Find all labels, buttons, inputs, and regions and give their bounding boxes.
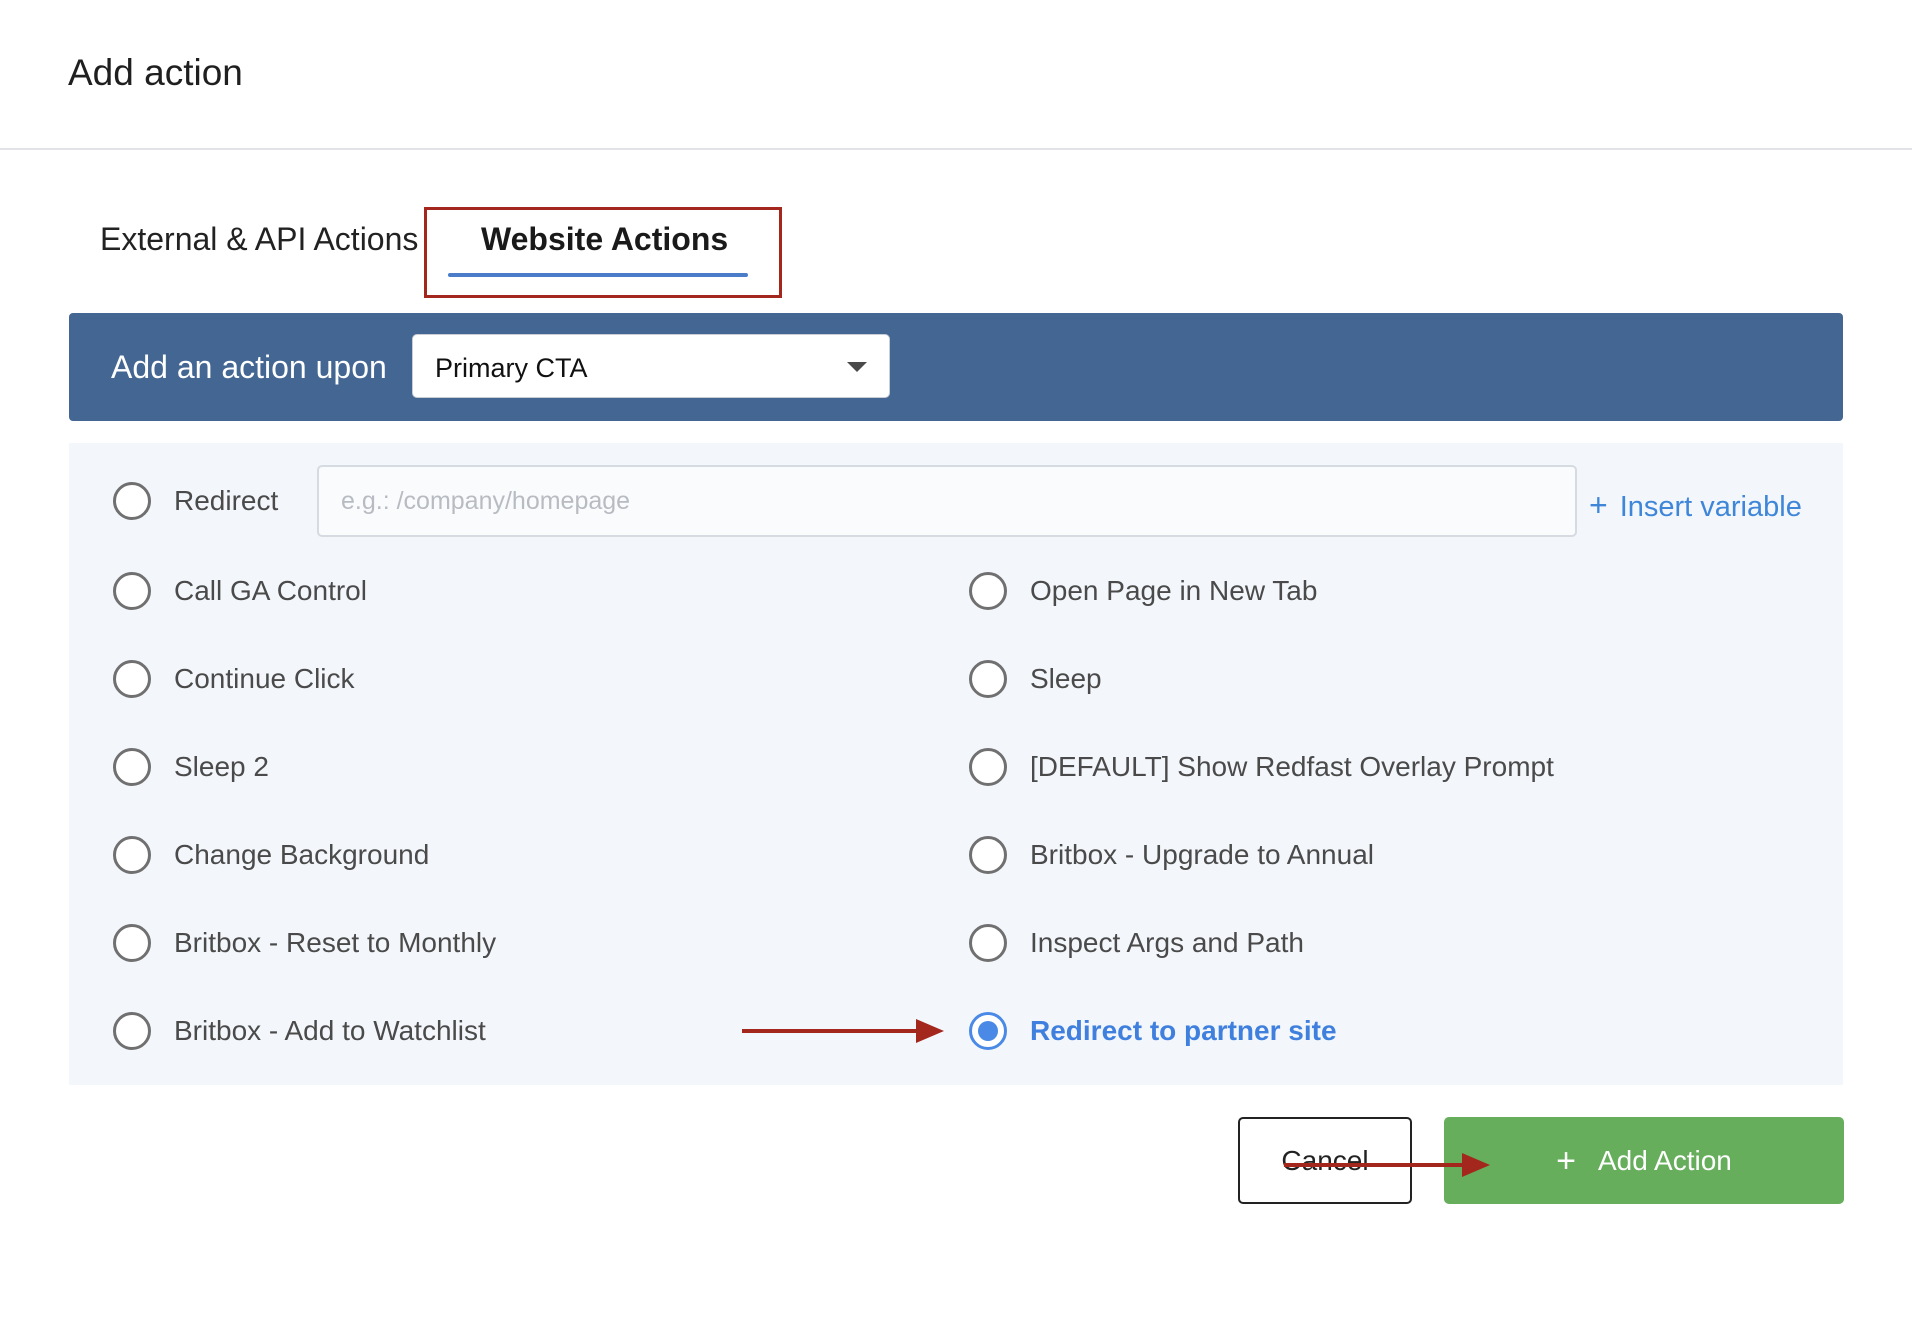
- action-trigger-bar: Add an action upon Primary CTA: [69, 313, 1843, 421]
- insert-variable-label: Insert variable: [1619, 491, 1802, 523]
- option-label: Change Background: [174, 839, 430, 870]
- option-sleep-2[interactable]: Sleep 2: [113, 745, 269, 789]
- option-label: [DEFAULT] Show Redfast Overlay Prompt: [1030, 751, 1554, 782]
- radio-button[interactable]: [969, 836, 1007, 874]
- radio-button[interactable]: [113, 482, 151, 520]
- option-label-selected: Redirect to partner site: [1030, 1015, 1337, 1046]
- annotation-arrow-icon: [742, 1019, 944, 1043]
- option-label: Britbox - Add to Watchlist: [174, 1015, 486, 1046]
- option-label: Britbox - Reset to Monthly: [174, 927, 497, 958]
- option-britbox-upgrade-annual[interactable]: Britbox - Upgrade to Annual: [969, 833, 1374, 877]
- tab-external-api-actions[interactable]: External & API Actions: [100, 218, 418, 260]
- option-change-background[interactable]: Change Background: [113, 833, 429, 877]
- redirect-url-input[interactable]: [317, 465, 1577, 537]
- actions-options-panel: Redirect + Insert variable Call GA Contro…: [69, 443, 1843, 1085]
- option-redirect-partner-site[interactable]: Redirect to partner site: [969, 1009, 1337, 1053]
- option-sleep[interactable]: Sleep: [969, 657, 1102, 701]
- radio-button[interactable]: [969, 660, 1007, 698]
- option-label: Continue Click: [174, 663, 355, 694]
- radio-button-selected[interactable]: [969, 1012, 1007, 1050]
- radio-button[interactable]: [113, 748, 151, 786]
- option-inspect-args-path[interactable]: Inspect Args and Path: [969, 921, 1304, 965]
- add-action-button[interactable]: + Add Action: [1444, 1117, 1844, 1204]
- caret-down-icon: [847, 362, 867, 372]
- plus-icon: +: [1589, 487, 1608, 523]
- plus-icon: +: [1556, 1141, 1576, 1180]
- option-continue-click[interactable]: Continue Click: [113, 657, 355, 701]
- option-label: Sleep: [1030, 663, 1102, 694]
- radio-button[interactable]: [113, 924, 151, 962]
- option-label: Sleep 2: [174, 751, 269, 782]
- radio-button[interactable]: [113, 572, 151, 610]
- option-britbox-add-watchlist[interactable]: Britbox - Add to Watchlist: [113, 1009, 486, 1053]
- insert-variable-link[interactable]: + Insert variable: [1589, 487, 1802, 524]
- option-label: Open Page in New Tab: [1030, 575, 1318, 606]
- header-divider: [0, 148, 1912, 150]
- radio-button[interactable]: [113, 1012, 151, 1050]
- option-call-ga-control[interactable]: Call GA Control: [113, 569, 367, 613]
- radio-button[interactable]: [113, 836, 151, 874]
- modal-title: Add action: [68, 52, 243, 93]
- radio-button[interactable]: [113, 660, 151, 698]
- option-label: Redirect: [174, 485, 279, 516]
- option-label: Call GA Control: [174, 575, 367, 606]
- annotation-arrow-icon: [1284, 1153, 1490, 1177]
- option-britbox-reset-monthly[interactable]: Britbox - Reset to Monthly: [113, 921, 496, 965]
- action-trigger-label: Add an action upon: [111, 349, 387, 385]
- radio-button[interactable]: [969, 924, 1007, 962]
- trigger-select-value: Primary CTA: [435, 353, 588, 383]
- option-label: Britbox - Upgrade to Annual: [1030, 839, 1374, 870]
- option-redirect[interactable]: Redirect: [113, 479, 278, 523]
- option-label: Inspect Args and Path: [1030, 927, 1304, 958]
- trigger-select[interactable]: Primary CTA: [412, 334, 890, 398]
- radio-button[interactable]: [969, 748, 1007, 786]
- radio-button[interactable]: [969, 572, 1007, 610]
- annotation-highlight-box: [424, 207, 782, 298]
- add-action-label: Add Action: [1597, 1144, 1732, 1176]
- option-default-redfast-overlay[interactable]: [DEFAULT] Show Redfast Overlay Prompt: [969, 745, 1554, 789]
- option-open-page-new-tab[interactable]: Open Page in New Tab: [969, 569, 1317, 613]
